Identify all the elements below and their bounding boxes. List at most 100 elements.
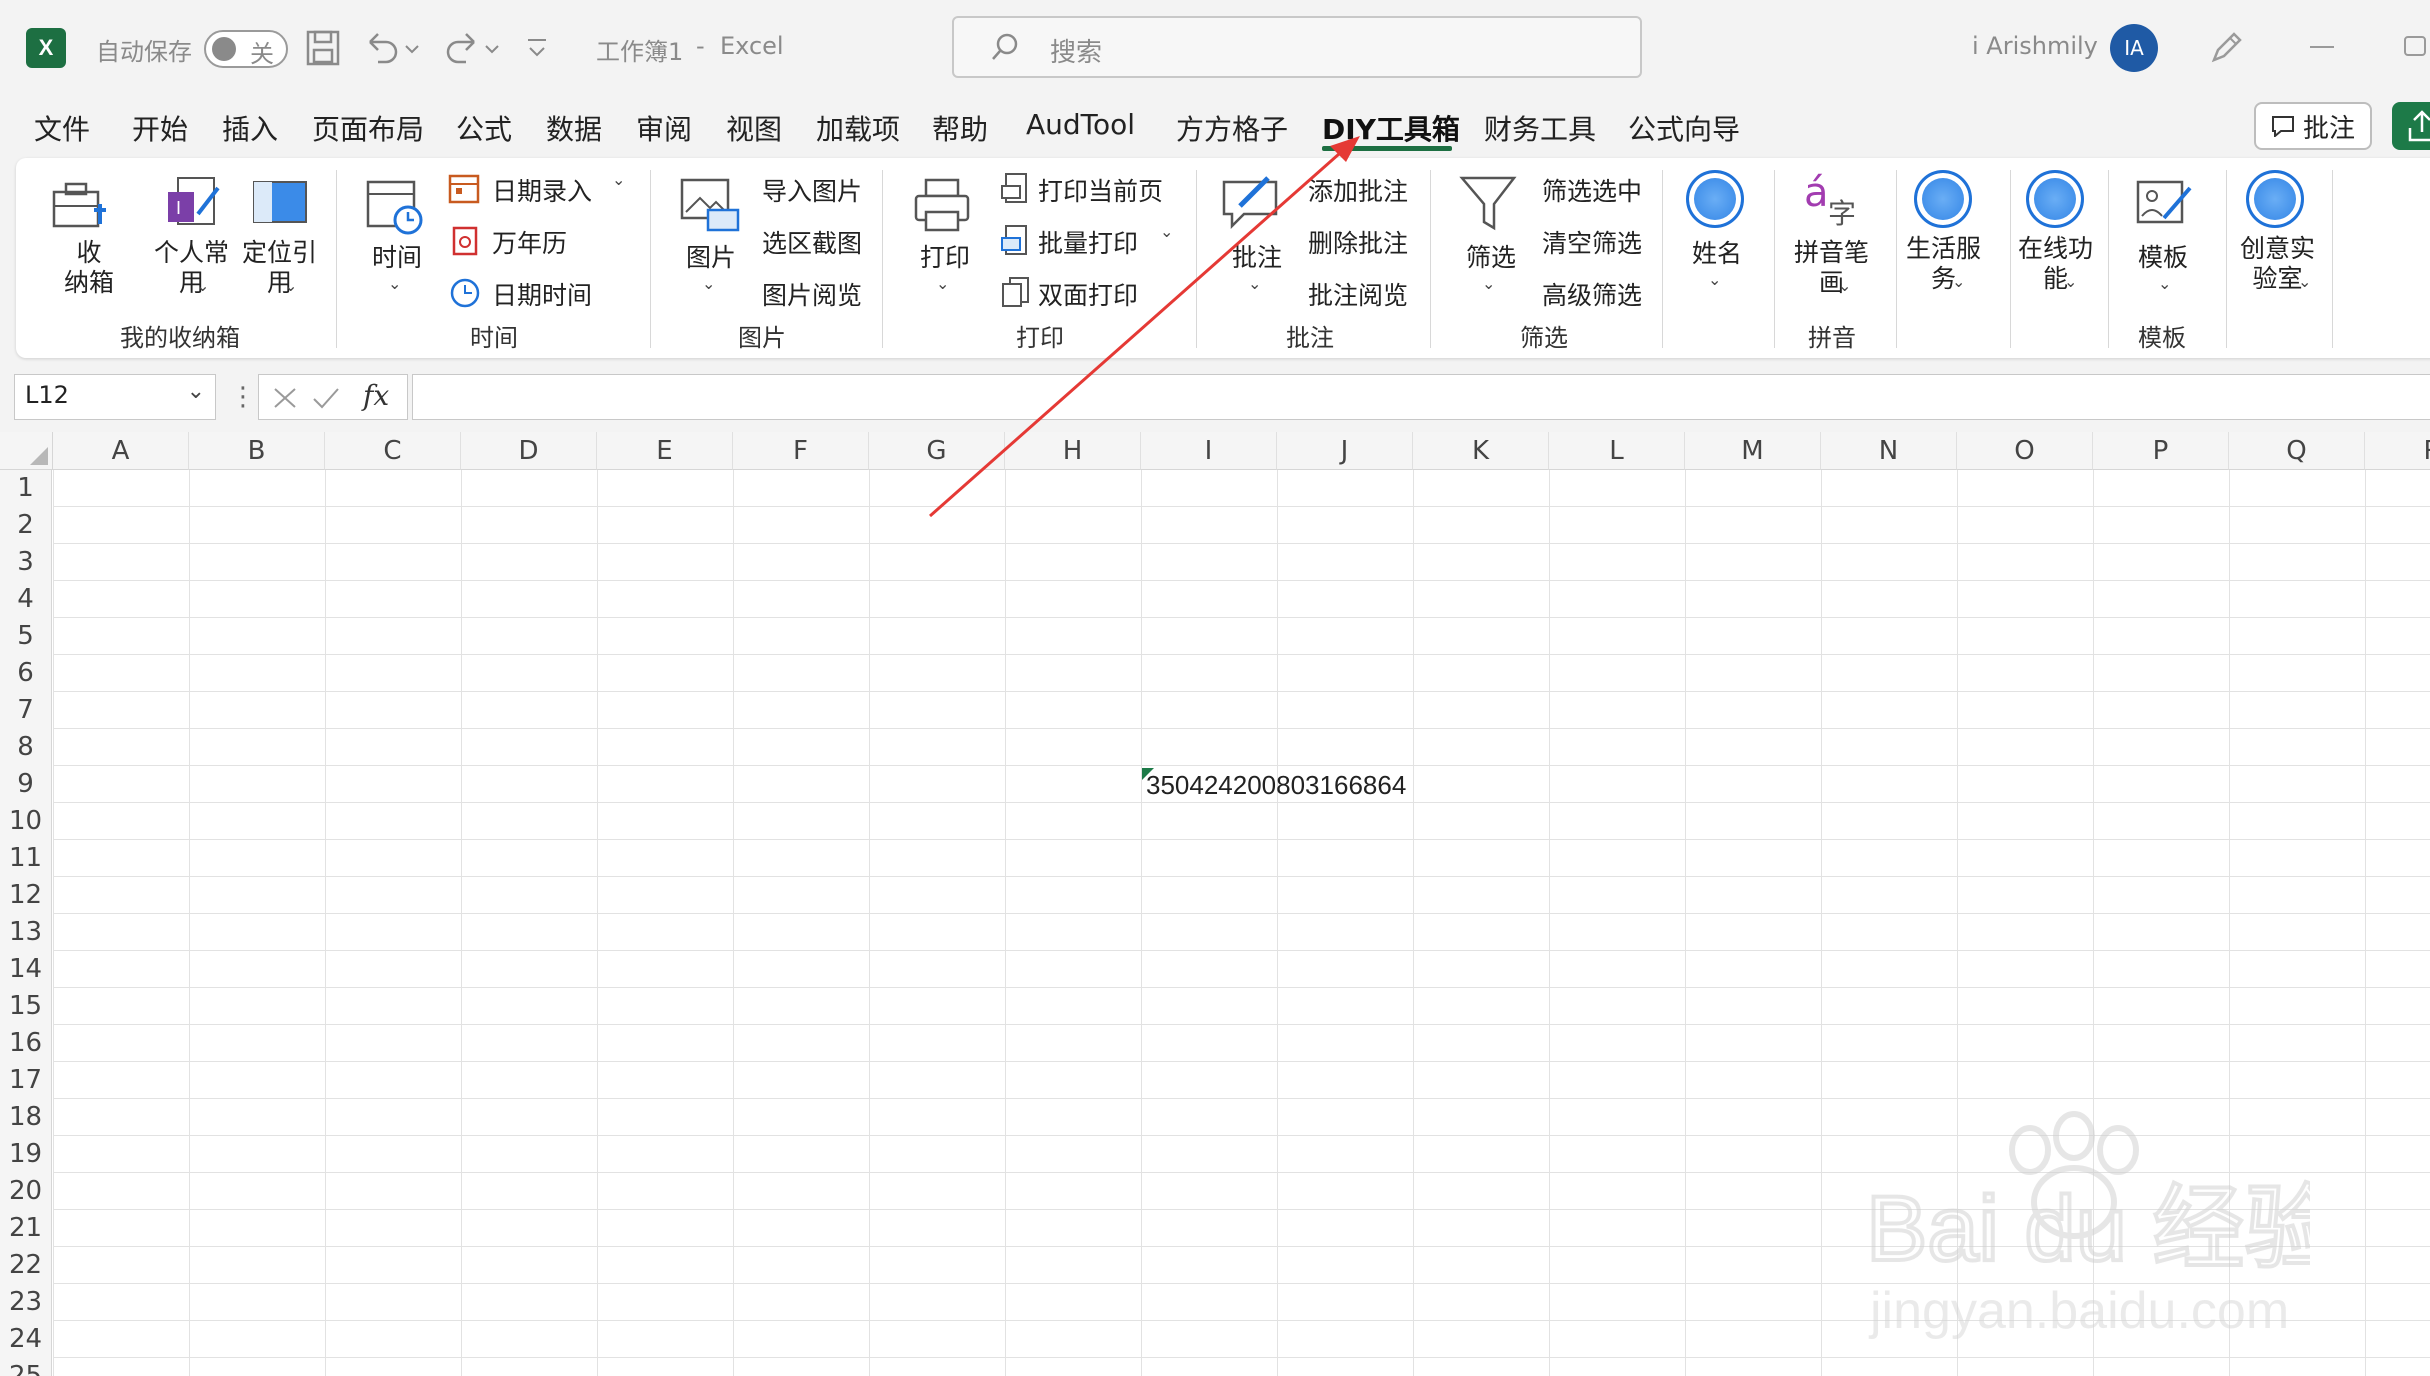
tab-home[interactable]: 开始	[132, 108, 188, 148]
insert-function-icon[interactable]: fx	[363, 379, 389, 412]
name-tools-icon[interactable]	[1686, 170, 1744, 228]
pinyin-strokes-button[interactable]: 拼音笔 画	[1794, 238, 1869, 298]
cancel-icon[interactable]	[271, 385, 299, 411]
share-button[interactable]	[2392, 102, 2430, 150]
tab-data[interactable]: 数据	[546, 108, 602, 148]
name-box[interactable]: L12 ⌄	[14, 374, 216, 420]
personal-common-icon[interactable]: I	[162, 174, 224, 236]
row-header-14[interactable]: 14	[0, 951, 52, 988]
row-header-11[interactable]: 11	[0, 840, 52, 877]
locate-reference-button[interactable]: 定位引 用	[242, 238, 317, 298]
pen-icon[interactable]	[2208, 30, 2244, 66]
name-button[interactable]: 姓名	[1692, 234, 1742, 270]
row-header-22[interactable]: 22	[0, 1247, 52, 1284]
row-header-19[interactable]: 19	[0, 1136, 52, 1173]
row-header-16[interactable]: 16	[0, 1025, 52, 1062]
row-header-17[interactable]: 17	[0, 1062, 52, 1099]
avatar[interactable]: IA	[2110, 24, 2158, 72]
tab-insert[interactable]: 插入	[222, 108, 278, 148]
tab-file[interactable]: 文件	[34, 108, 90, 148]
more-options-icon[interactable]: ⋮	[230, 380, 256, 414]
date-entry-button[interactable]: 日期录入	[492, 172, 592, 208]
undo-icon[interactable]	[364, 30, 422, 66]
row-header-5[interactable]: 5	[0, 618, 52, 655]
personal-common-button[interactable]: 个人常 用	[154, 238, 229, 298]
minimize-icon[interactable]	[2310, 46, 2334, 48]
row-header-13[interactable]: 13	[0, 914, 52, 951]
picture-icon[interactable]	[678, 176, 744, 236]
life-services-icon[interactable]	[1914, 170, 1972, 228]
search-box[interactable]: 搜索	[952, 16, 1642, 78]
date-time-button[interactable]: 日期时间	[492, 276, 592, 312]
redo-icon[interactable]	[444, 30, 502, 66]
row-header-2[interactable]: 2	[0, 507, 52, 544]
save-icon[interactable]	[306, 30, 340, 66]
row-header-21[interactable]: 21	[0, 1210, 52, 1247]
customize-quick-access-icon[interactable]	[524, 36, 550, 60]
column-header-n[interactable]: N	[1821, 432, 1957, 470]
template-icon[interactable]	[2134, 174, 2196, 236]
column-header-q[interactable]: Q	[2229, 432, 2365, 470]
column-header-p[interactable]: P	[2093, 432, 2229, 470]
row-header-1[interactable]: 1	[0, 470, 52, 507]
collect-box-button[interactable]: 收 纳箱	[64, 238, 114, 298]
column-header-o[interactable]: O	[1957, 432, 2093, 470]
column-header-m[interactable]: M	[1685, 432, 1821, 470]
filter-button[interactable]: 筛选	[1466, 238, 1516, 274]
creative-lab-icon[interactable]	[2246, 170, 2304, 228]
column-header-f[interactable]: F	[733, 432, 869, 470]
tab-review[interactable]: 审阅	[636, 108, 692, 148]
row-header-3[interactable]: 3	[0, 544, 52, 581]
column-header-b[interactable]: B	[189, 432, 325, 470]
row-header-4[interactable]: 4	[0, 581, 52, 618]
template-button[interactable]: 模板	[2138, 238, 2188, 274]
row-header-23[interactable]: 23	[0, 1284, 52, 1321]
advanced-filter-button[interactable]: 高级筛选	[1542, 276, 1642, 312]
row-header-6[interactable]: 6	[0, 655, 52, 692]
column-header-d[interactable]: D	[461, 432, 597, 470]
region-screenshot-button[interactable]: 选区截图	[762, 224, 862, 260]
import-picture-button[interactable]: 导入图片	[762, 172, 862, 208]
locate-reference-icon[interactable]	[250, 178, 310, 228]
row-header-8[interactable]: 8	[0, 729, 52, 766]
row-header-7[interactable]: 7	[0, 692, 52, 729]
row-header-25[interactable]: 25	[0, 1358, 52, 1376]
calendar-clock-icon[interactable]	[364, 174, 426, 236]
toolbox-icon[interactable]	[50, 178, 112, 234]
chevron-down-icon[interactable]: ⌄	[187, 379, 205, 404]
clear-filter-button[interactable]: 清空筛选	[1542, 224, 1642, 260]
row-header-10[interactable]: 10	[0, 803, 52, 840]
tab-formulas[interactable]: 公式	[456, 108, 512, 148]
column-header-a[interactable]: A	[53, 432, 189, 470]
tab-finance-tools[interactable]: 财务工具	[1484, 108, 1596, 148]
column-header-r[interactable]: R	[2365, 432, 2430, 470]
cell-I9-value[interactable]: 350424200803166864	[1146, 770, 1406, 801]
select-all-corner[interactable]	[0, 432, 53, 470]
restore-icon[interactable]	[2404, 36, 2426, 56]
autosave-toggle[interactable]: 关	[204, 30, 288, 68]
perpetual-calendar-button[interactable]: 万年历	[492, 224, 567, 260]
filter-icon[interactable]	[1458, 174, 1520, 236]
tab-page-layout[interactable]: 页面布局	[312, 108, 424, 148]
row-header-15[interactable]: 15	[0, 988, 52, 1025]
tab-formula-wizard[interactable]: 公式向导	[1628, 108, 1740, 148]
picture-browse-button[interactable]: 图片阅览	[762, 276, 862, 312]
pinyin-icon[interactable]: á 字	[1802, 170, 1862, 230]
comments-button[interactable]: 批注	[2254, 102, 2372, 150]
row-header-24[interactable]: 24	[0, 1321, 52, 1358]
enter-check-icon[interactable]	[311, 385, 341, 411]
row-header-9[interactable]: 9	[0, 766, 52, 803]
column-header-c[interactable]: C	[325, 432, 461, 470]
online-features-icon[interactable]	[2026, 170, 2084, 228]
formula-input[interactable]	[412, 374, 2430, 420]
time-button[interactable]: 时间	[372, 238, 422, 274]
column-header-e[interactable]: E	[597, 432, 733, 470]
life-services-button[interactable]: 生活服 务	[1906, 234, 1981, 294]
column-header-k[interactable]: K	[1413, 432, 1549, 470]
filter-selected-button[interactable]: 筛选选中	[1542, 172, 1642, 208]
row-header-12[interactable]: 12	[0, 877, 52, 914]
column-header-l[interactable]: L	[1549, 432, 1685, 470]
online-features-button[interactable]: 在线功 能	[2018, 234, 2093, 294]
row-header-18[interactable]: 18	[0, 1099, 52, 1136]
picture-button[interactable]: 图片	[686, 238, 736, 274]
